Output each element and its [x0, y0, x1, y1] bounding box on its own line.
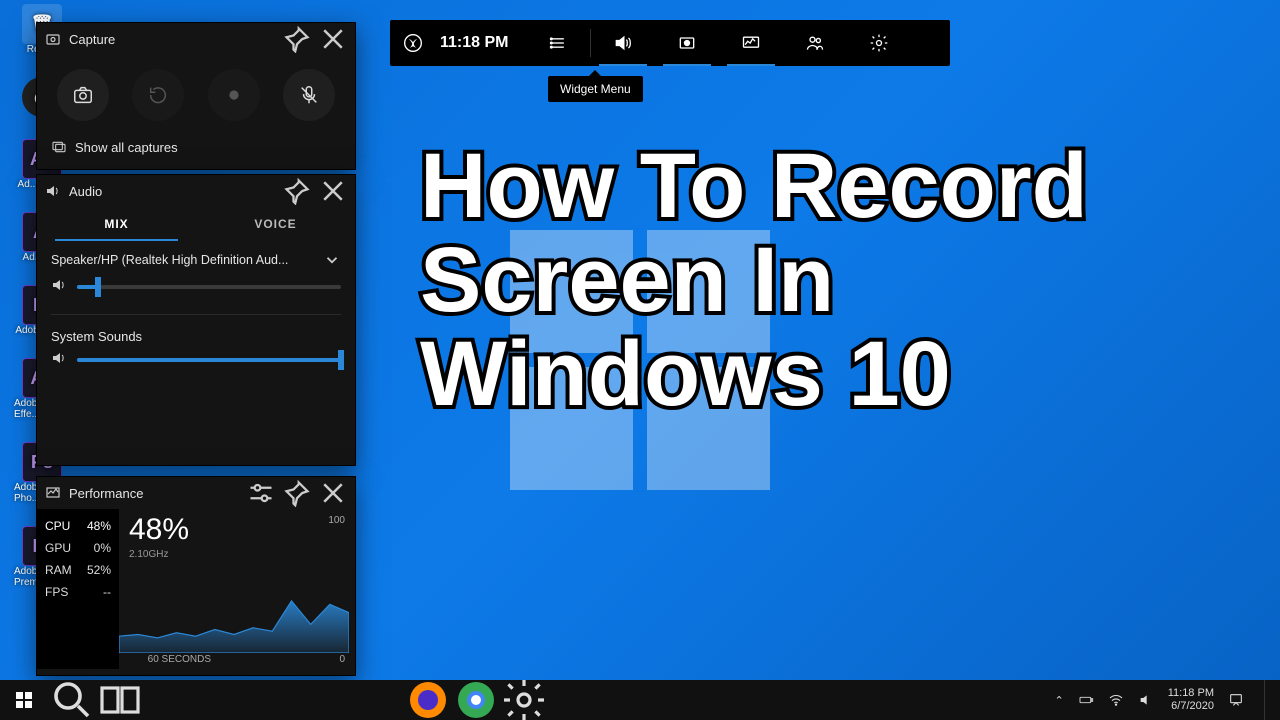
chevron-down-icon[interactable] — [323, 251, 341, 269]
thumbnail-headline: How To Record Screen In Windows 10 — [420, 140, 1260, 421]
firefox-icon[interactable] — [404, 680, 452, 720]
close-button[interactable] — [319, 25, 347, 53]
record-last-button[interactable] — [132, 69, 184, 121]
search-button[interactable] — [48, 680, 96, 720]
close-button[interactable] — [319, 479, 347, 507]
record-button[interactable] — [208, 69, 260, 121]
mic-toggle-button[interactable] — [283, 69, 335, 121]
gamebar-time: 11:18 PM — [436, 34, 526, 52]
tray-chevron-up-icon[interactable]: ⌃ — [1055, 694, 1064, 707]
y-axis-high: 100 — [328, 515, 345, 526]
performance-icon — [45, 485, 61, 501]
performance-panel: Performance CPU48% GPU0% RAM52% FPS-- 48… — [36, 476, 356, 676]
volume-icon — [51, 350, 67, 369]
pin-button[interactable] — [283, 479, 311, 507]
cpu-chart — [119, 569, 349, 653]
volume-icon — [1138, 692, 1154, 708]
show-desktop-button[interactable] — [1264, 680, 1270, 720]
output-device-name: Speaker/HP (Realtek High Definition Aud.… — [51, 253, 315, 267]
xbox-social-button[interactable] — [783, 20, 847, 66]
screenshot-button[interactable] — [57, 69, 109, 121]
capture-panel: Capture Show all captures — [36, 22, 356, 170]
widget-menu-button[interactable] — [526, 20, 590, 66]
start-button[interactable] — [0, 680, 48, 720]
gamebar-toolbar: 11:18 PM — [390, 20, 950, 66]
metric-big-value: 48% — [129, 513, 345, 547]
metric-ram[interactable]: RAM52% — [45, 563, 111, 577]
capture-title: Capture — [69, 32, 275, 47]
system-tray[interactable]: ⌃ 11:18 PM 6/7/2020 — [1055, 680, 1280, 720]
system-volume-slider[interactable] — [77, 358, 341, 362]
system-sounds-label: System Sounds — [37, 319, 355, 346]
pin-button[interactable] — [283, 177, 311, 205]
pin-button[interactable] — [283, 25, 311, 53]
battery-icon — [1078, 692, 1094, 708]
options-button[interactable] — [247, 479, 275, 507]
audio-panel: Audio MIX VOICE Speaker/HP (Realtek High… — [36, 174, 356, 466]
x-axis-high: 60 SECONDS — [148, 654, 211, 665]
chrome-icon[interactable] — [452, 680, 500, 720]
close-button[interactable] — [319, 177, 347, 205]
capture-widget-button[interactable] — [655, 20, 719, 66]
cpu-frequency: 2.10GHz — [129, 549, 345, 560]
tab-voice[interactable]: VOICE — [196, 207, 355, 241]
speaker-icon — [45, 183, 61, 199]
tab-mix[interactable]: MIX — [37, 207, 196, 241]
xbox-icon[interactable] — [390, 33, 436, 53]
metric-cpu[interactable]: CPU48% — [45, 519, 111, 533]
notifications-icon[interactable] — [1228, 692, 1244, 708]
capture-icon — [45, 31, 61, 47]
taskbar: ⌃ 11:18 PM 6/7/2020 — [0, 680, 1280, 720]
audio-widget-button[interactable] — [591, 20, 655, 66]
x-axis-low: 0 — [339, 654, 345, 665]
wifi-icon — [1108, 692, 1124, 708]
metric-list: CPU48% GPU0% RAM52% FPS-- — [37, 509, 119, 669]
metric-fps[interactable]: FPS-- — [45, 585, 111, 599]
show-all-captures-link[interactable]: Show all captures — [37, 131, 355, 169]
audio-title: Audio — [69, 184, 275, 199]
gallery-icon — [51, 139, 67, 155]
widget-menu-tooltip: Widget Menu — [548, 76, 643, 102]
performance-widget-button[interactable] — [719, 20, 783, 66]
volume-icon — [51, 277, 67, 296]
tray-time: 11:18 PM — [1168, 687, 1214, 700]
settings-button[interactable] — [847, 20, 911, 66]
tray-date: 6/7/2020 — [1171, 700, 1214, 713]
performance-title: Performance — [69, 486, 239, 501]
device-volume-slider[interactable] — [77, 285, 341, 289]
metric-gpu[interactable]: GPU0% — [45, 541, 111, 555]
show-all-captures-label: Show all captures — [75, 140, 178, 155]
settings-taskbar-icon[interactable] — [500, 680, 548, 720]
task-view-button[interactable] — [96, 680, 144, 720]
